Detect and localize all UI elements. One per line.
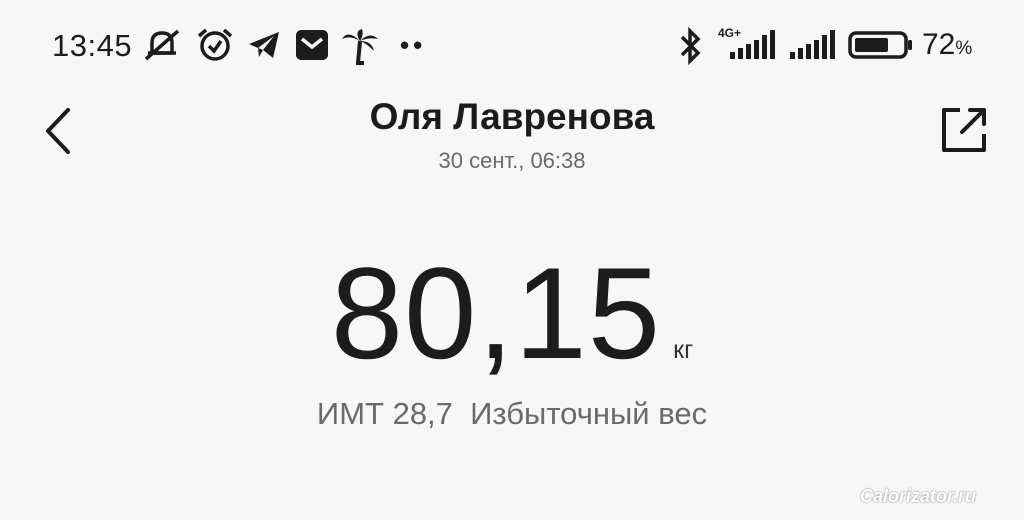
status-time: 13:45 bbox=[52, 28, 133, 63]
weight-unit: кг bbox=[673, 336, 694, 364]
muted-notifications-icon bbox=[142, 27, 182, 68]
share-button[interactable] bbox=[938, 104, 990, 156]
share-external-icon bbox=[942, 108, 986, 152]
alarm-icon bbox=[196, 27, 234, 68]
screen: 13:45 •• 4G+ 72% Оля Лавренова 30 сент.,… bbox=[0, 0, 1024, 520]
mail-icon bbox=[294, 27, 330, 68]
page-title: Оля Лавренова bbox=[369, 96, 655, 137]
palm-tree-icon bbox=[340, 27, 380, 70]
signal-icon-2 bbox=[790, 30, 838, 65]
more-dots-icon: •• bbox=[400, 30, 427, 60]
battery-icon bbox=[848, 31, 914, 64]
battery-percent: 72% bbox=[922, 28, 973, 61]
bluetooth-icon bbox=[678, 26, 704, 70]
watermark: Calorizator.ru bbox=[860, 486, 977, 506]
telegram-icon bbox=[246, 27, 282, 68]
status-bar: 13:45 •• 4G+ 72% bbox=[0, 0, 1024, 90]
signal-icon bbox=[730, 30, 778, 65]
measurement-date: 30 сент., 06:38 bbox=[438, 148, 586, 173]
bmi-summary: ИМТ 28,7 Избыточный вес bbox=[316, 396, 708, 431]
weight-display: 80,15 кг bbox=[0, 248, 1024, 378]
weight-value: 80,15 bbox=[330, 240, 662, 386]
